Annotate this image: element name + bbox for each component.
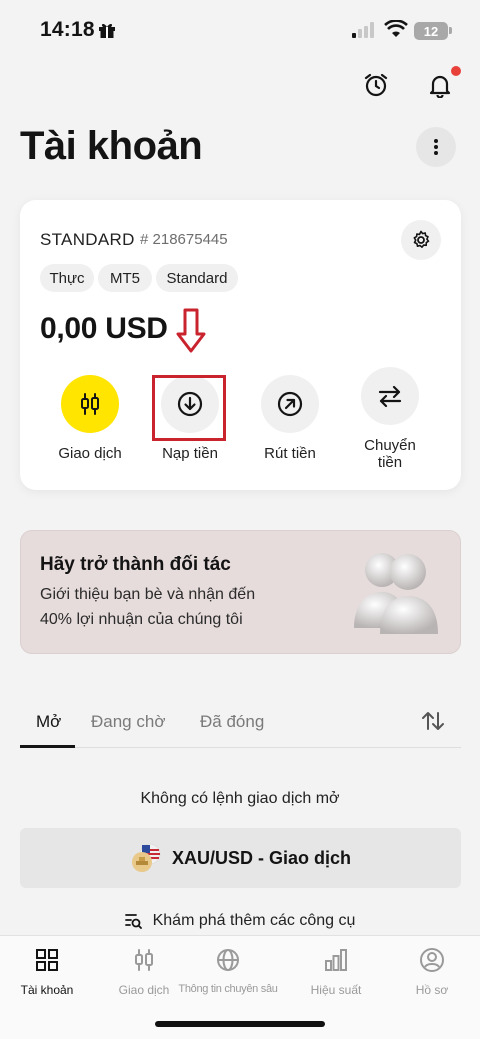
transfer-action-label: Chuyển tiền: [364, 437, 416, 471]
annotation-arrow-icon: [176, 308, 206, 353]
xauusd-trade-label: XAU/USD - Giao dịch: [171, 847, 351, 868]
tag-account-plan: Standard: [156, 264, 238, 292]
sort-icon[interactable]: [420, 710, 446, 732]
nav-label-accounts: Tài khoản: [20, 983, 74, 997]
nav-label-performance: Hiệu suất: [310, 983, 362, 997]
more-options-button[interactable]: [416, 127, 456, 167]
explore-tools-label: Khám phá thêm các công cụ: [152, 912, 356, 929]
tag-platform: MT5: [98, 264, 152, 292]
deposit-highlight-box: [152, 375, 226, 441]
search-list-icon: [124, 914, 142, 929]
wifi-icon: [384, 20, 408, 37]
home-indicator[interactable]: [155, 1021, 325, 1027]
xauusd-trade-button[interactable]: XAU/USD - Giao dịch: [20, 828, 461, 888]
nav-item-trade[interactable]: Giao dịch: [112, 945, 176, 997]
account-balance: 0,00 USD: [40, 312, 168, 345]
globe-icon: [217, 949, 239, 971]
banner-title: Hãy trở thành đối tác: [40, 554, 231, 575]
bell-icon: [429, 75, 451, 98]
nav-item-accounts[interactable]: Tài khoản: [14, 945, 80, 997]
withdraw-action-label: Rút tiền: [264, 445, 316, 462]
gift-icon: [99, 23, 115, 38]
tab-closed[interactable]: Đã đóng: [200, 712, 264, 732]
deposit-action-label: Nạp tiền: [162, 445, 218, 462]
tab-pending[interactable]: Đang chờ: [91, 712, 165, 732]
account-number: # 218675445: [140, 231, 228, 248]
notification-badge: [451, 66, 461, 76]
candlestick-icon: [81, 393, 99, 415]
account-type: STANDARD: [40, 230, 135, 249]
signal-icon: [352, 22, 374, 38]
tag-account-kind: Thực: [40, 264, 94, 292]
battery-indicator: 12: [414, 22, 448, 40]
battery-tip: [449, 27, 452, 34]
active-tab-indicator: [20, 745, 75, 748]
alarm-clock-button[interactable]: [358, 67, 394, 103]
nav-label-profile: Hồ sơ: [415, 983, 449, 997]
empty-orders-text: Không có lệnh giao dịch mở: [140, 790, 340, 807]
nav-label-insights: Thông tin chuyên sâu: [178, 983, 278, 995]
nav-item-insights[interactable]: Thông tin chuyên sâu: [176, 945, 280, 995]
nav-item-performance[interactable]: Hiệu suất: [304, 945, 368, 997]
tab-open[interactable]: Mở: [36, 712, 61, 732]
alarm-clock-icon: [364, 73, 388, 97]
profile-icon: [420, 948, 444, 972]
gear-icon: [413, 230, 430, 248]
bar-chart-icon: [325, 949, 347, 971]
status-time: 14:18: [40, 18, 95, 41]
trade-action-label: Giao dịch: [58, 445, 122, 462]
nav-label-trade: Giao dịch: [118, 983, 170, 997]
withdraw-action-button[interactable]: Rút tiền: [250, 375, 330, 462]
explore-tools-link[interactable]: Khám phá thêm các công cụ: [0, 912, 480, 930]
banner-text-line2: 40% lợi nhuận của chúng tôi: [40, 611, 243, 628]
trade-action-button[interactable]: Giao dịch: [50, 375, 130, 462]
account-settings-button[interactable]: [401, 220, 441, 260]
banner-text-line1: Giới thiệu bạn bè và nhận đến: [40, 586, 256, 603]
xauusd-flag-icon: [131, 843, 161, 872]
page-title: Tài khoản: [20, 124, 203, 168]
grid-icon: [36, 949, 58, 971]
transfer-arrows-icon: [378, 385, 402, 408]
tabs-divider: [20, 747, 461, 748]
more-vertical-icon: [434, 139, 438, 155]
transfer-action-button[interactable]: Chuyển tiền: [350, 367, 430, 471]
arrow-up-right-circle-icon: [277, 391, 303, 417]
partners-people-icon: [354, 553, 438, 634]
nav-item-profile[interactable]: Hồ sơ: [400, 945, 464, 997]
candlestick-icon: [135, 949, 153, 971]
